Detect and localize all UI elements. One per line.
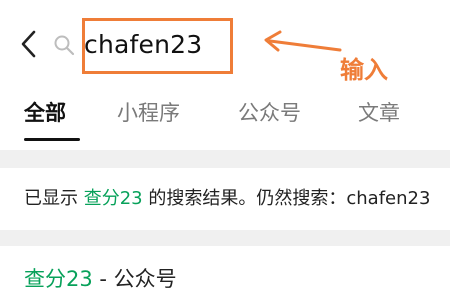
- annotation-arrow-icon: [264, 30, 342, 52]
- tab-official-accounts[interactable]: 公众号: [238, 98, 301, 128]
- result-item[interactable]: 查分23 - 公众号: [0, 246, 450, 300]
- notice-middle: 的搜索结果。仍然搜索：: [142, 188, 347, 209]
- tab-mini-programs[interactable]: 小程序: [117, 98, 180, 128]
- annotation-label: 输入: [340, 56, 388, 84]
- active-tab-indicator: [24, 138, 80, 141]
- search-notice-text: 已显示 查分23 的搜索结果。仍然搜索：chafen23: [24, 184, 430, 214]
- tab-articles[interactable]: 文章: [358, 98, 400, 128]
- search-icon: [52, 33, 76, 57]
- search-notice: 已显示 查分23 的搜索结果。仍然搜索：chafen23: [0, 168, 450, 230]
- chevron-left-icon: [21, 30, 36, 58]
- corrected-keyword-link[interactable]: 查分23: [84, 188, 143, 209]
- result-name: 查分23: [24, 267, 93, 291]
- back-button[interactable]: [14, 26, 44, 62]
- result-title: 查分23 - 公众号: [24, 264, 177, 294]
- tab-bar: 全部 小程序 公众号 文章: [0, 92, 450, 150]
- original-query-link[interactable]: chafen23: [346, 188, 430, 209]
- divider: [0, 150, 450, 168]
- tab-all[interactable]: 全部: [24, 98, 66, 128]
- notice-prefix: 已显示: [24, 188, 84, 209]
- top-bar: chafen23 输入: [0, 0, 450, 92]
- divider: [0, 230, 450, 246]
- result-type: - 公众号: [92, 267, 177, 291]
- annotation-highlight-box: [82, 18, 233, 74]
